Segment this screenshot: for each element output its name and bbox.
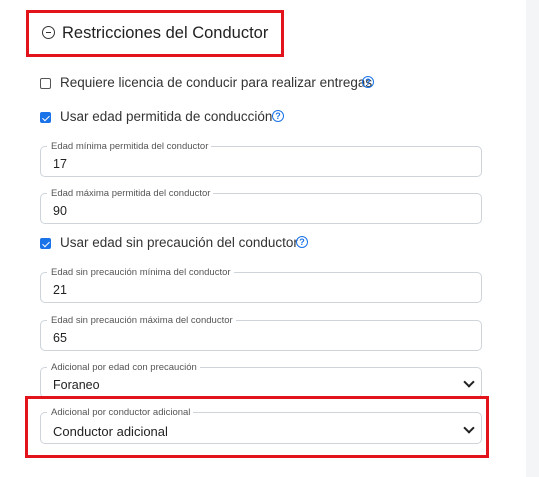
min-age-value[interactable]: 17 [53, 157, 67, 171]
min-caution-age-label: Edad sin precaución mínima del conductor [47, 267, 234, 278]
page-side-panel [526, 0, 539, 477]
min-caution-age-field[interactable]: Edad sin precaución mínima del conductor… [40, 267, 482, 303]
caution-age-checkbox[interactable] [40, 238, 51, 249]
max-caution-age-value[interactable]: 65 [53, 331, 67, 345]
checkbox-row-caution-age[interactable]: Usar edad sin precaución del conductor ? [40, 235, 320, 253]
additional-driver-label: Adicional por conductor adicional [47, 407, 194, 418]
max-age-value[interactable]: 90 [53, 204, 67, 218]
min-age-label: Edad mínima permitida del conductor [47, 141, 212, 152]
chevron-down-icon[interactable] [463, 422, 475, 434]
question-circle-icon[interactable]: ? [272, 110, 284, 122]
chevron-down-icon[interactable] [463, 376, 475, 388]
allowed-age-checkbox[interactable] [40, 112, 51, 123]
additional-driver-value[interactable]: Conductor adicional [53, 424, 168, 439]
min-caution-age-value[interactable]: 21 [53, 283, 67, 297]
min-age-field[interactable]: Edad mínima permitida del conductor 17 [40, 141, 482, 177]
section-title: Restricciones del Conductor [62, 24, 269, 42]
license-checkbox[interactable] [40, 78, 51, 89]
question-circle-icon[interactable]: ? [362, 76, 374, 88]
max-caution-age-label: Edad sin precaución máxima del conductor [47, 315, 236, 326]
section-header-highlight[interactable]: Restricciones del Conductor [26, 10, 284, 57]
allowed-age-checkbox-label[interactable]: Usar edad permitida de conducción [60, 109, 272, 124]
caution-age-checkbox-label[interactable]: Usar edad sin precaución del conductor [60, 235, 298, 250]
question-circle-icon[interactable]: ? [296, 236, 308, 248]
additional-driver-select[interactable]: Adicional por conductor adicional Conduc… [40, 407, 482, 444]
max-age-field[interactable]: Edad máxima permitida del conductor 90 [40, 188, 482, 224]
checkbox-row-allowed-age[interactable]: Usar edad permitida de conducción ? [40, 109, 300, 127]
caution-extra-label: Adicional por edad con precaución [47, 362, 200, 373]
minus-circle-icon[interactable] [42, 26, 55, 39]
checkbox-row-license[interactable]: Requiere licencia de conducir para reali… [40, 75, 380, 93]
caution-extra-value[interactable]: Foraneo [53, 378, 100, 392]
max-age-label: Edad máxima permitida del conductor [47, 188, 214, 199]
max-caution-age-field[interactable]: Edad sin precaución máxima del conductor… [40, 315, 482, 351]
license-checkbox-label[interactable]: Requiere licencia de conducir para reali… [60, 75, 372, 90]
caution-extra-select[interactable]: Adicional por edad con precaución Forane… [40, 362, 482, 398]
